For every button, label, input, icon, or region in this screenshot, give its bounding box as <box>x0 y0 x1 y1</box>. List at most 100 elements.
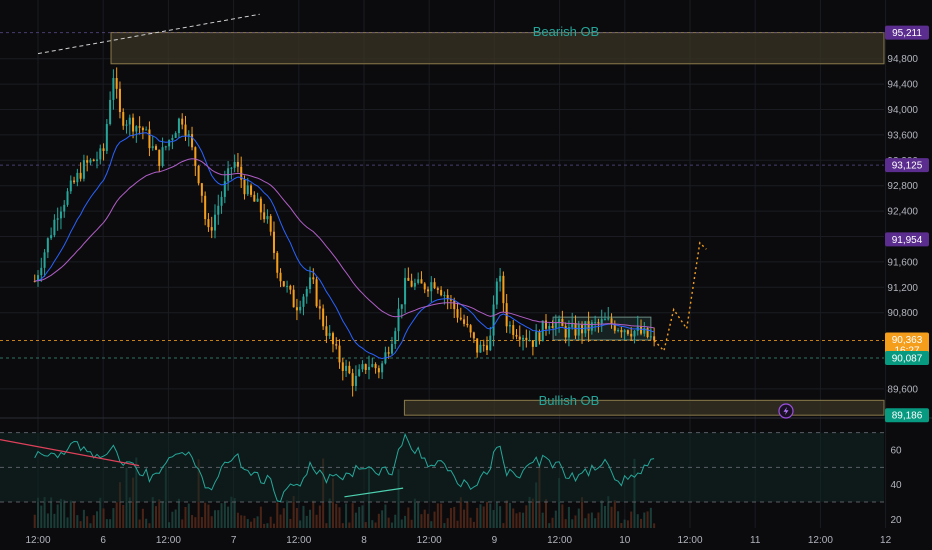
candle-body[interactable] <box>158 149 161 166</box>
candle-body[interactable] <box>492 304 495 336</box>
candle-body[interactable] <box>115 78 118 89</box>
candle-body[interactable] <box>584 321 587 334</box>
candle-body[interactable] <box>230 167 233 169</box>
candle-body[interactable] <box>282 281 285 287</box>
candle-body[interactable] <box>538 331 541 342</box>
trading-chart[interactable]: Bearish OB Bullish OB 94,800 94,400 94,000… <box>0 0 932 550</box>
candle-body[interactable] <box>512 325 515 335</box>
candle-body[interactable] <box>587 321 590 331</box>
candle-body[interactable] <box>653 336 656 341</box>
candle-body[interactable] <box>623 330 626 333</box>
candle-body[interactable] <box>482 344 485 346</box>
candle-body[interactable] <box>79 172 82 179</box>
candle-body[interactable] <box>50 235 53 239</box>
candle-body[interactable] <box>272 231 275 253</box>
candle-body[interactable] <box>197 165 200 184</box>
candle-body[interactable] <box>459 317 462 320</box>
candle-body[interactable] <box>299 306 302 311</box>
candle-body[interactable] <box>607 318 610 320</box>
candle-body[interactable] <box>594 322 597 324</box>
candle-body[interactable] <box>177 118 180 134</box>
candle-body[interactable] <box>141 127 144 131</box>
candle-body[interactable] <box>168 140 171 147</box>
candle-body[interactable] <box>279 272 282 282</box>
candle-body[interactable] <box>528 340 531 342</box>
candle-body[interactable] <box>423 283 426 290</box>
candle-body[interactable] <box>633 330 636 337</box>
candle-body[interactable] <box>73 180 76 183</box>
candle-body[interactable] <box>89 159 92 163</box>
candle-body[interactable] <box>640 326 643 334</box>
candle-body[interactable] <box>266 216 269 220</box>
candle-body[interactable] <box>390 343 393 354</box>
candle-body[interactable] <box>322 308 325 327</box>
candle-body[interactable] <box>387 352 390 354</box>
candle-body[interactable] <box>184 124 187 136</box>
candle-body[interactable] <box>341 362 344 371</box>
candle-body[interactable] <box>82 160 85 179</box>
candle-body[interactable] <box>325 326 328 336</box>
candle-body[interactable] <box>122 112 125 126</box>
candle-body[interactable] <box>535 331 538 347</box>
candle-body[interactable] <box>76 172 79 183</box>
candle-body[interactable] <box>443 295 446 297</box>
candle-body[interactable] <box>200 183 203 196</box>
candle-body[interactable] <box>318 306 321 309</box>
candle-body[interactable] <box>207 219 210 228</box>
candle-body[interactable] <box>368 366 371 370</box>
candle-body[interactable] <box>99 148 102 160</box>
candle-body[interactable] <box>436 288 439 290</box>
candle-body[interactable] <box>92 159 95 161</box>
candle-body[interactable] <box>371 364 374 367</box>
candle-body[interactable] <box>154 146 158 150</box>
candle-body[interactable] <box>118 88 121 113</box>
candle-body[interactable] <box>495 281 498 305</box>
candle-body[interactable] <box>649 336 652 338</box>
candle-body[interactable] <box>233 161 236 168</box>
candle-body[interactable] <box>256 198 259 202</box>
candle-body[interactable] <box>151 146 154 149</box>
candle-body[interactable] <box>515 334 518 337</box>
candle-body[interactable] <box>164 146 167 148</box>
candle-body[interactable] <box>289 285 292 290</box>
candle-body[interactable] <box>548 326 551 329</box>
candle-body[interactable] <box>630 333 633 337</box>
candle-body[interactable] <box>138 126 141 128</box>
candle-body[interactable] <box>381 363 384 373</box>
candle-body[interactable] <box>525 337 528 341</box>
candle-body[interactable] <box>210 227 213 231</box>
candle-body[interactable] <box>109 99 112 125</box>
candle-body[interactable] <box>161 147 164 166</box>
candle-body[interactable] <box>56 218 59 220</box>
candle-body[interactable] <box>600 319 603 324</box>
candle-body[interactable] <box>351 373 354 386</box>
candle-body[interactable] <box>597 322 600 324</box>
candle-body[interactable] <box>102 148 105 151</box>
candle-body[interactable] <box>220 196 223 206</box>
candle-body[interactable] <box>485 345 489 351</box>
candle-body[interactable] <box>40 267 43 276</box>
candle-body[interactable] <box>574 323 577 336</box>
candle-body[interactable] <box>354 375 357 386</box>
candle-body[interactable] <box>469 325 472 333</box>
candle-body[interactable] <box>499 275 502 282</box>
candle-body[interactable] <box>148 129 151 149</box>
candle-body[interactable] <box>407 277 410 281</box>
candle-body[interactable] <box>174 133 177 138</box>
candle-body[interactable] <box>397 308 400 332</box>
candle-body[interactable] <box>145 129 148 131</box>
candle-body[interactable] <box>358 369 361 376</box>
candle-body[interactable] <box>309 277 312 290</box>
candle-body[interactable] <box>191 134 194 148</box>
candle-body[interactable] <box>59 211 62 219</box>
candle-body[interactable] <box>348 365 351 374</box>
candle-body[interactable] <box>417 279 420 283</box>
candle-body[interactable] <box>472 332 475 339</box>
candle-body[interactable] <box>626 330 629 334</box>
candle-body[interactable] <box>269 216 272 232</box>
candle-body[interactable] <box>63 204 66 212</box>
candle-body[interactable] <box>590 322 593 331</box>
candle-body[interactable] <box>331 333 334 345</box>
candle-body[interactable] <box>46 238 49 253</box>
candle-body[interactable] <box>125 124 128 126</box>
